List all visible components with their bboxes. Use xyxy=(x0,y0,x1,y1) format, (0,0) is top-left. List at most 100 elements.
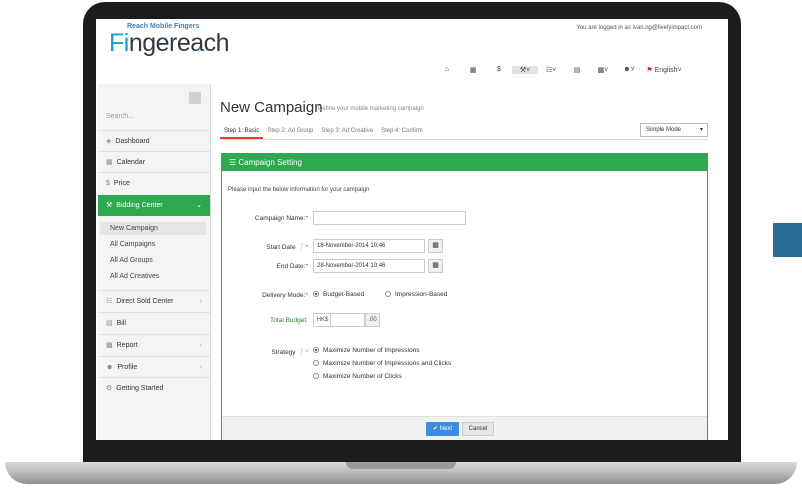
radio-strategy-clicks[interactable]: Maximize Number of Clicks xyxy=(313,373,402,380)
sidebar-item-bidding-center[interactable]: ⚒ Bidding Center ⌄ xyxy=(98,195,210,216)
calendar-icon[interactable]: ▦ xyxy=(460,66,486,74)
tab-step-2[interactable]: Step 2: Ad Group xyxy=(263,124,317,139)
end-date-label-text: End Date: xyxy=(276,263,306,270)
step-tabs: Step 1: Basic Step 2: Ad Group Step 3: A… xyxy=(220,124,427,139)
sidebar-sub-all-ad-creatives[interactable]: All Ad Creatives xyxy=(110,270,159,283)
sidebar-toggle[interactable] xyxy=(189,92,201,104)
dollar-icon: $ xyxy=(106,180,110,187)
campaign-setting-panel: ☰ Campaign Setting Please input the belo… xyxy=(221,153,708,440)
next-button-label: Next xyxy=(439,426,453,432)
sidebar-item-getting-started[interactable]: ⚙ Getting Started xyxy=(98,377,210,399)
sidebar-sub-new-campaign[interactable]: New Campaign xyxy=(100,222,206,235)
form-footer: ✔ Next Cancel xyxy=(222,416,707,440)
language-selector[interactable]: ⚑ English˅ xyxy=(642,66,686,74)
sidebar-sub-all-ad-groups[interactable]: All Ad Groups xyxy=(110,254,153,267)
search-input[interactable]: Search... xyxy=(106,113,202,125)
sidebar-item-bill[interactable]: ▤ Bill xyxy=(98,312,210,334)
radio-dot xyxy=(313,291,319,298)
start-date-label-text: Start Date xyxy=(266,244,296,251)
radio-strategy-impressions[interactable]: Maximize Number of Impressions xyxy=(313,347,419,354)
panel-title: Campaign Setting xyxy=(238,158,302,167)
radio-budget-based-label: Budget-Based xyxy=(323,291,365,298)
tab-step-3[interactable]: Step 3: Ad Creative xyxy=(317,124,377,139)
page-title: New Campaign xyxy=(220,99,323,116)
app-screen: Reach Mobile Fingers Fingereach You are … xyxy=(96,19,728,440)
sidebar-item-label: Bill xyxy=(116,320,126,327)
chevron-right-icon: › xyxy=(199,298,202,305)
tab-step-1[interactable]: Step 1: Basic xyxy=(220,124,264,139)
end-date-label: End Date:* xyxy=(276,263,308,270)
gavel-icon[interactable]: ⚒˅ xyxy=(512,66,538,74)
sidebar-item-profile[interactable]: ☻ Profile › xyxy=(98,356,210,377)
sidebar-item-label: Price xyxy=(113,180,130,187)
sidebar-item-price[interactable]: $ Price xyxy=(98,172,210,194)
total-budget-label: Total Budget: xyxy=(270,317,308,324)
radio-dot xyxy=(313,373,319,380)
sidebar-item-calendar[interactable]: ▦ Calendar xyxy=(98,151,210,172)
gavel-icon: ⚒ xyxy=(106,202,113,209)
delivery-mode-label-text: Delivery Mode: xyxy=(262,292,306,299)
logo-rest: ngereach xyxy=(128,29,230,57)
radio-dot xyxy=(313,347,319,354)
language-label: English xyxy=(654,67,678,74)
sidebar-item-report[interactable]: ▩ Report › xyxy=(98,334,210,356)
radio-budget-based[interactable]: Budget-Based xyxy=(313,291,364,298)
end-date-input[interactable]: 28-November-2014 10:46 xyxy=(313,259,425,273)
radio-dot xyxy=(313,360,319,367)
currency-addon: HK$ xyxy=(313,313,331,327)
calendar-icon[interactable]: ▦ xyxy=(428,239,443,253)
cancel-button[interactable]: Cancel xyxy=(462,422,494,436)
radio-strategy-impressions-label: Maximize Number of Impressions xyxy=(323,347,420,354)
total-budget-input[interactable] xyxy=(330,313,365,327)
sidebar-item-dashboard[interactable]: ◈ Dashboard xyxy=(98,130,210,151)
mode-select[interactable]: Simple Mode ▾ xyxy=(640,123,708,137)
logo[interactable]: Fingereach xyxy=(109,29,230,58)
list-icon: ☰ xyxy=(229,158,237,167)
list-icon[interactable]: ▤ xyxy=(564,66,590,74)
panel-header: ☰ Campaign Setting xyxy=(222,154,707,171)
delivery-mode-label: Delivery Mode:* xyxy=(262,292,308,299)
decorative-square xyxy=(773,223,802,257)
logo-fi: Fi xyxy=(109,29,129,57)
campaign-name-input[interactable] xyxy=(313,211,466,225)
chevron-right-icon: › xyxy=(199,342,202,349)
panel-intro: Please input the below information for y… xyxy=(228,187,370,193)
cogs-icon: ⚙ xyxy=(106,385,113,392)
radio-impression-based[interactable]: Impression-Based xyxy=(385,291,447,298)
sidebar-item-label: Calendar xyxy=(116,159,146,166)
start-date-label: Start Date ❔* xyxy=(266,244,308,251)
caret-down-icon: ▾ xyxy=(699,127,703,133)
sidebar-item-label: Dashboard xyxy=(115,138,150,145)
sitemap-icon[interactable]: ☷˅ xyxy=(538,66,564,74)
radio-strategy-clicks-label: Maximize Number of Clicks xyxy=(323,373,402,380)
home-icon[interactable]: ⌂ xyxy=(434,66,460,74)
sidebar-sub-all-campaigns[interactable]: All Campaigns xyxy=(110,238,155,251)
page-subtitle: Define your mobile marketing campaign xyxy=(318,106,424,112)
sidebar-item-direct-sold-center[interactable]: ☷ Direct Sold Center › xyxy=(98,290,210,312)
calendar-icon: ▦ xyxy=(106,159,113,166)
logged-in-text: You are logged in as ivan.ng@livelyimpac… xyxy=(576,25,702,31)
flag-icon: ⚑ xyxy=(646,67,653,74)
campaign-name-label: Campaign Name:* xyxy=(254,215,308,222)
chart-icon[interactable]: ▩˅ xyxy=(590,66,616,74)
user-icon[interactable]: ☻˅ xyxy=(616,66,642,74)
sidebar-item-label: Bidding Center xyxy=(116,202,163,209)
calendar-icon[interactable]: ▦ xyxy=(428,259,443,273)
campaign-name-label-text: Campaign Name: xyxy=(254,215,306,222)
header-toolbar: ⌂ ▦ $ ⚒˅ ☷˅ ▤ ▩˅ ☻˅ ⚑ English˅ xyxy=(434,66,686,74)
strategy-label-text: Strategy xyxy=(271,349,296,356)
dashboard-icon: ◈ xyxy=(106,138,112,145)
sidebar-item-label: Getting Started xyxy=(116,385,164,392)
start-date-input[interactable]: 18-November-2014 10:46 xyxy=(313,239,425,253)
radio-strategy-impressions-clicks-label: Maximize Number of Impressions and Click… xyxy=(323,360,452,367)
report-icon: ▩ xyxy=(106,342,113,349)
strategy-label: Strategy ❔* xyxy=(271,349,308,356)
cents-addon: .00 xyxy=(365,313,380,327)
next-button[interactable]: ✔ Next xyxy=(426,422,459,436)
sidebar-item-label: Direct Sold Center xyxy=(116,298,174,305)
radio-strategy-impressions-clicks[interactable]: Maximize Number of Impressions and Click… xyxy=(313,360,451,367)
sitemap-icon: ☷ xyxy=(106,298,113,305)
radio-dot xyxy=(385,291,391,298)
dollar-icon[interactable]: $ xyxy=(486,66,512,74)
tab-step-4[interactable]: Step 4: Confirm xyxy=(377,124,427,139)
